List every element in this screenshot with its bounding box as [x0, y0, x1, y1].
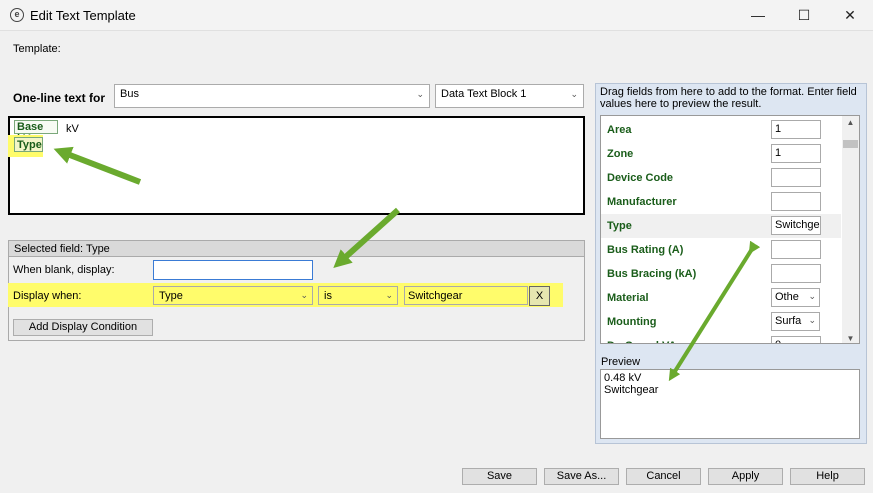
template-label: Template:: [13, 43, 61, 55]
field-value-select[interactable]: Surfa ⌄: [771, 312, 820, 331]
field-token-type[interactable]: Type: [14, 137, 43, 152]
field-name-label: Device Code: [607, 172, 674, 184]
field-row[interactable]: Type Switchgear: [601, 214, 841, 238]
field-name-label: Manufacturer: [607, 196, 677, 208]
field-row[interactable]: Device Code: [601, 166, 841, 190]
app-logo-icon: e: [10, 8, 24, 22]
condition-operator-select[interactable]: is ⌄: [318, 286, 398, 305]
remove-condition-button[interactable]: X: [529, 286, 550, 306]
token-suffix-text: kV: [66, 123, 79, 135]
scroll-up-icon[interactable]: ▲: [842, 118, 859, 127]
field-value-text: Surfa: [775, 315, 802, 327]
field-name-label: Dn Conn kVA: [607, 340, 676, 343]
field-value-input[interactable]: [771, 240, 821, 259]
field-row[interactable]: Bus Rating (A): [601, 238, 841, 262]
condition-field-select[interactable]: Type ⌄: [153, 286, 313, 305]
field-value-input[interactable]: [771, 168, 821, 187]
field-name-label: Bus Bracing (kA): [607, 268, 697, 280]
field-name-label: Mounting: [607, 316, 657, 328]
scrollbar[interactable]: ▲ ▼: [842, 116, 859, 343]
text-block-value: Data Text Block 1: [441, 88, 527, 100]
chevron-down-icon: ⌄: [416, 89, 424, 99]
chevron-down-icon: ⌄: [300, 290, 308, 300]
field-row[interactable]: Mounting Surfa ⌄: [601, 310, 841, 334]
field-value-input[interactable]: 1: [771, 120, 821, 139]
chevron-down-icon: ⌄: [808, 315, 816, 325]
field-row[interactable]: Area 1: [601, 118, 841, 142]
preview-box: 0.48 kV Switchgear: [600, 369, 860, 439]
template-editor[interactable]: [8, 116, 585, 215]
window-title: Edit Text Template: [30, 8, 136, 23]
field-value-text: Switchgear: [775, 219, 820, 231]
field-name-label: Type: [607, 220, 632, 232]
save-button[interactable]: Save: [462, 468, 537, 485]
field-name-label: Bus Rating (A): [607, 244, 684, 256]
minimize-button[interactable]: —: [735, 0, 781, 31]
selected-field-header: Selected field: Type: [8, 240, 585, 257]
preview-line: 0.48 kV: [604, 372, 642, 384]
display-when-label: Display when:: [13, 290, 82, 302]
field-row[interactable]: Dn Conn kVA 0: [601, 334, 841, 343]
field-value-input[interactable]: 0: [771, 336, 821, 343]
maximize-button[interactable]: ☐: [781, 0, 827, 31]
field-value-input[interactable]: [771, 264, 821, 283]
scroll-down-icon[interactable]: ▼: [842, 334, 859, 343]
help-button[interactable]: Help: [790, 468, 865, 485]
preview-label: Preview: [601, 356, 641, 368]
preview-line: Switchgear: [604, 384, 659, 396]
field-name-label: Area: [607, 124, 632, 136]
cancel-button[interactable]: Cancel: [626, 468, 701, 485]
field-row[interactable]: Manufacturer: [601, 190, 841, 214]
chevron-down-icon: ⌄: [808, 291, 816, 301]
field-value-input[interactable]: [771, 192, 821, 211]
field-row[interactable]: Material Othe ⌄: [601, 286, 841, 310]
field-value-text: 1: [775, 123, 782, 135]
scrollbar-thumb[interactable]: [843, 140, 858, 148]
add-display-condition-button[interactable]: Add Display Condition: [13, 319, 153, 336]
field-name-label: Zone: [607, 148, 634, 160]
field-value-input[interactable]: Switchgear: [771, 216, 821, 235]
condition-value-input[interactable]: Switchgear: [404, 286, 528, 305]
field-name-label: Material: [607, 292, 649, 304]
fields-list[interactable]: Area 1 Zone 1 Device Code Manufacturer Type Swi…: [600, 115, 860, 344]
object-type-dropdown[interactable]: Bus ⌄: [114, 84, 430, 108]
field-value-text: 0: [775, 339, 781, 343]
field-value-input[interactable]: 1: [771, 144, 821, 163]
apply-button[interactable]: Apply: [708, 468, 783, 485]
fields-instructions: Drag fields from here to add to the form…: [600, 86, 857, 110]
text-block-dropdown[interactable]: Data Text Block 1 ⌄: [435, 84, 584, 108]
close-button[interactable]: ✕: [827, 0, 873, 31]
save-as-button[interactable]: Save As...: [544, 468, 619, 485]
field-value-text: Othe: [775, 291, 799, 303]
field-row[interactable]: Zone 1: [601, 142, 841, 166]
object-type-value: Bus: [120, 88, 139, 100]
chevron-down-icon: ⌄: [570, 89, 578, 99]
one-line-label: One-line text for: [13, 91, 106, 105]
condition-field-value: Type: [159, 290, 183, 302]
when-blank-label: When blank, display:: [13, 264, 115, 276]
when-blank-input[interactable]: [153, 260, 313, 280]
field-row[interactable]: Bus Bracing (kA): [601, 262, 841, 286]
field-token-base-kv[interactable]: Base kV: [14, 120, 58, 145]
chevron-down-icon: ⌄: [385, 290, 393, 300]
field-value-text: 1: [775, 147, 782, 159]
field-value-select[interactable]: Othe ⌄: [771, 288, 820, 307]
condition-operator-value: is: [324, 290, 332, 302]
